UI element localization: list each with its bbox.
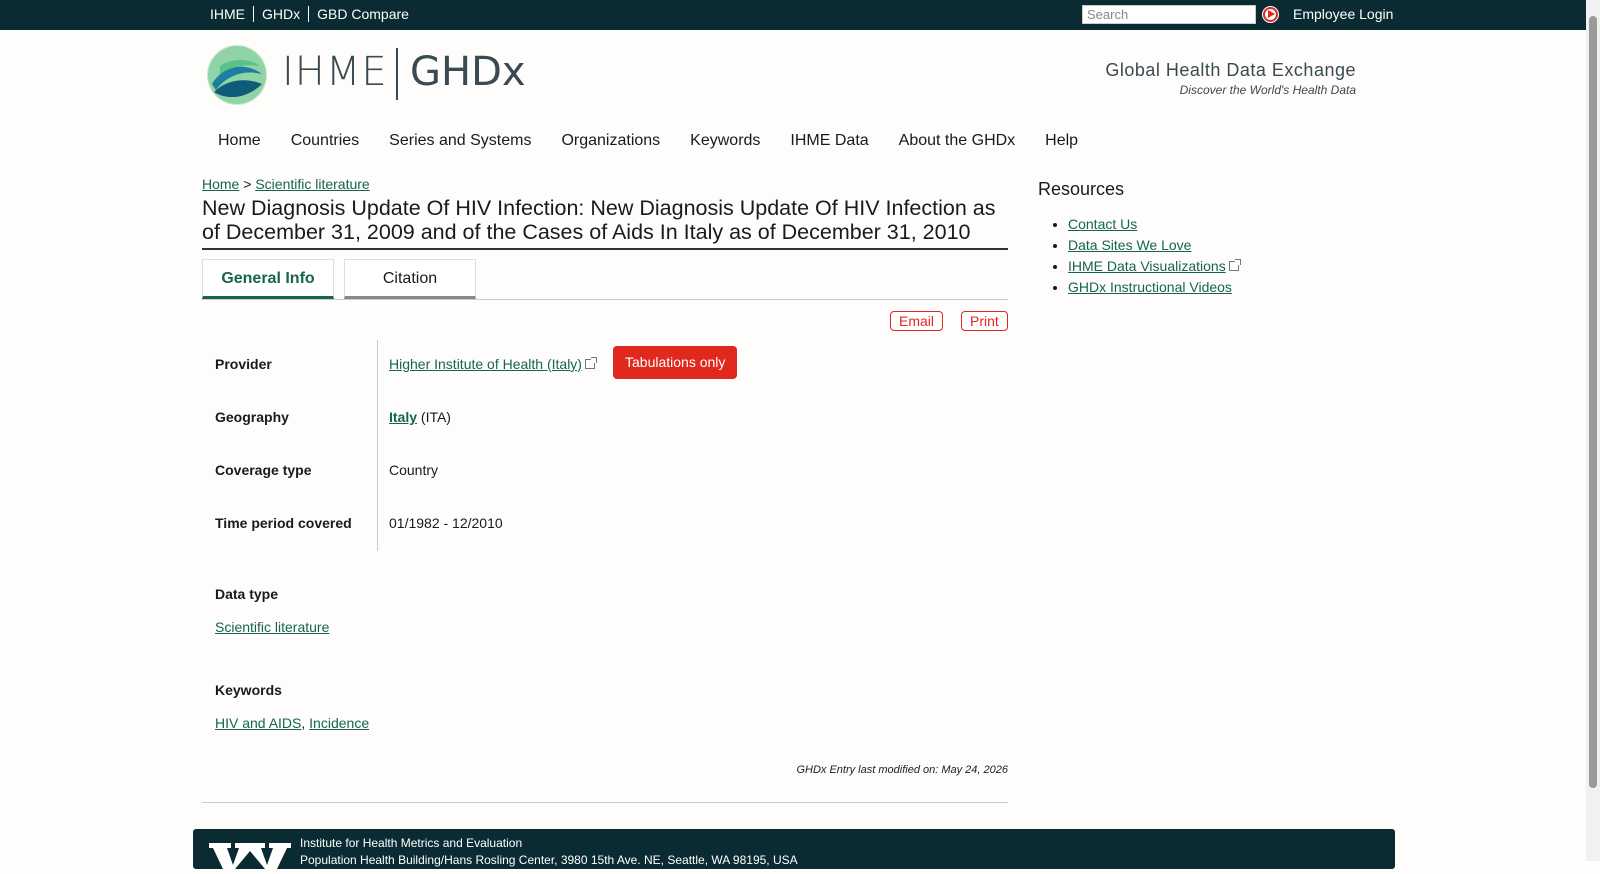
- last-modified: GHDx Entry last modified on: May 24, 202…: [796, 764, 1008, 776]
- tagline-title: Global Health Data Exchange: [1105, 60, 1356, 80]
- list-item: IHME Data Visualizations: [1068, 256, 1241, 277]
- list-item: Data Sites We Love: [1068, 235, 1239, 256]
- email-button[interactable]: Email: [890, 311, 944, 331]
- list-item: GHDx Instructional Videos: [1068, 277, 1239, 298]
- time-period-label: Time period covered: [215, 515, 352, 531]
- nav-organizations[interactable]: Organizations: [561, 132, 660, 150]
- main-nav: Home Countries Series and Systems Organi…: [218, 132, 1078, 150]
- top-link-ghdx[interactable]: GHDx: [253, 6, 308, 22]
- scrollbar-thumb[interactable]: [1589, 16, 1597, 788]
- footer-org-name: Institute for Health Metrics and Evaluat…: [300, 836, 523, 850]
- scrollbar[interactable]: [1586, 0, 1600, 861]
- resource-contact-us[interactable]: Contact Us: [1068, 216, 1137, 232]
- provider-label: Provider: [215, 356, 272, 372]
- print-button[interactable]: Print: [961, 311, 1008, 331]
- site-footer: Institute for Health Metrics and Evaluat…: [193, 829, 1395, 869]
- provider-value: Higher Institute of Health (Italy): [389, 356, 597, 372]
- top-link-ihme[interactable]: IHME: [210, 6, 253, 22]
- nav-keywords[interactable]: Keywords: [690, 132, 760, 150]
- provider-link[interactable]: Higher Institute of Health (Italy): [389, 356, 582, 372]
- nav-home[interactable]: Home: [218, 132, 261, 150]
- keyword-incidence[interactable]: Incidence: [309, 715, 369, 731]
- breadcrumb-separator: >: [243, 176, 252, 192]
- page-title: New Diagnosis Update Of HIV Infection: N…: [202, 196, 1008, 250]
- top-bar: IHME GHDx GBD Compare Employee Login: [0, 0, 1586, 30]
- data-type-label: Data type: [215, 586, 279, 602]
- tab-citation[interactable]: Citation: [344, 259, 476, 299]
- site-tagline: Global Health Data Exchange Discover the…: [1105, 60, 1356, 97]
- keyword-hiv-aids[interactable]: HIV and AIDS: [215, 715, 301, 731]
- resource-data-sites[interactable]: Data Sites We Love: [1068, 237, 1191, 253]
- coverage-type-value: Country: [389, 462, 439, 478]
- top-link-gbd-compare[interactable]: GBD Compare: [308, 6, 417, 22]
- time-period-value: 01/1982 - 12/2010: [389, 515, 503, 531]
- resource-instructional-videos[interactable]: GHDx Instructional Videos: [1068, 279, 1232, 295]
- keywords-label: Keywords: [215, 682, 282, 698]
- tabulations-only-badge[interactable]: Tabulations only: [613, 346, 738, 379]
- ihme-logo-icon[interactable]: [206, 44, 268, 111]
- uw-logo-icon[interactable]: [209, 843, 291, 874]
- logo-ghdx-text[interactable]: GHDx: [410, 49, 526, 95]
- list-item: Contact Us: [1068, 214, 1239, 235]
- top-links: IHME GHDx GBD Compare: [210, 6, 417, 22]
- coverage-type-label: Coverage type: [215, 462, 312, 478]
- resources-title: Resources: [1038, 179, 1125, 199]
- nav-help[interactable]: Help: [1045, 132, 1078, 150]
- tab-general-info[interactable]: General Info: [202, 259, 334, 299]
- data-type-link[interactable]: Scientific literature: [215, 619, 329, 635]
- external-link-icon: [584, 357, 597, 369]
- content-separator: [202, 802, 1008, 803]
- breadcrumb: Home > Scientific literature: [202, 176, 370, 192]
- external-link-icon: [1228, 259, 1241, 271]
- logo-ihme-text[interactable]: IHME: [282, 49, 388, 95]
- employee-login-link[interactable]: Employee Login: [1293, 6, 1393, 22]
- nav-countries[interactable]: Countries: [291, 132, 359, 150]
- geography-value: Italy (ITA): [389, 409, 451, 425]
- tabs-divider: [202, 299, 1008, 300]
- logo-divider: [396, 48, 398, 100]
- search-input[interactable]: [1082, 5, 1256, 24]
- info-divider: [377, 340, 378, 551]
- keywords-value: HIV and AIDS, Incidence: [215, 715, 369, 731]
- resources-list: Contact Us Data Sites We Love IHME Data …: [1038, 214, 1241, 298]
- geography-link[interactable]: Italy: [389, 409, 417, 425]
- geography-label: Geography: [215, 409, 289, 425]
- geography-code: (ITA): [420, 409, 451, 425]
- nav-ihme-data[interactable]: IHME Data: [790, 132, 868, 150]
- footer-address: Population Health Building/Hans Rosling …: [300, 853, 798, 867]
- nav-series-and-systems[interactable]: Series and Systems: [389, 132, 531, 150]
- keyword-separator: ,: [301, 715, 306, 731]
- breadcrumb-scientific-literature[interactable]: Scientific literature: [255, 176, 369, 192]
- nav-about-ghdx[interactable]: About the GHDx: [899, 132, 1016, 150]
- tagline-subtitle: Discover the World's Health Data: [1179, 83, 1356, 97]
- search-submit-icon[interactable]: [1262, 6, 1279, 23]
- resource-ihme-visualizations[interactable]: IHME Data Visualizations: [1068, 258, 1226, 274]
- breadcrumb-home[interactable]: Home: [202, 176, 239, 192]
